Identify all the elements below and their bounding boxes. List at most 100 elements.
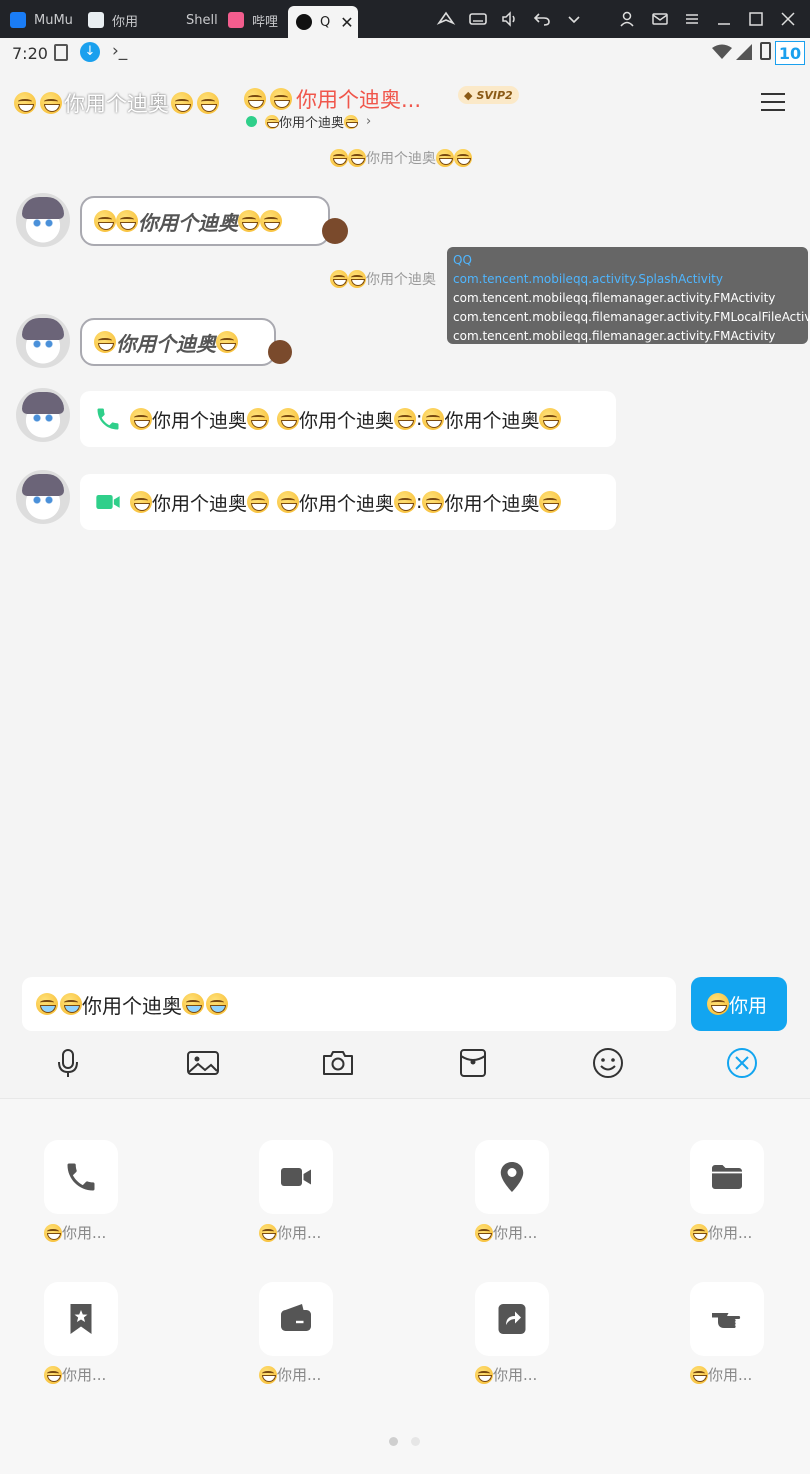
user-icon[interactable] [618, 9, 638, 29]
message-text: 你用个迪奥 [152, 409, 248, 432]
panel-item-file[interactable]: 你用... [690, 1140, 766, 1243]
tab-bilibili[interactable]: 哔哩 [228, 6, 282, 34]
microphone-icon[interactable] [50, 1045, 86, 1081]
message-input[interactable]: 你用个迪奥 [22, 977, 676, 1031]
send-button-label: 你用 [729, 994, 768, 1017]
panel-item-label: 你用... [493, 1224, 538, 1242]
tooltip-line: com.tencent.mobileqq.filemanager.activit… [453, 310, 810, 324]
grin-emoji-icon [130, 408, 152, 430]
grin-emoji-icon [348, 270, 366, 288]
grin-emoji-icon [247, 491, 270, 513]
panel-item-call[interactable]: 你用... [44, 1140, 120, 1243]
decorated-message-bubble[interactable]: 你用个迪奥 [80, 196, 330, 246]
system-message: 你用个迪奥 [330, 269, 436, 289]
grin-emoji-icon [277, 491, 300, 513]
battery-level: 10 [775, 41, 805, 65]
grin-emoji-icon [344, 114, 359, 129]
avatar[interactable] [16, 314, 70, 368]
panel-item-share[interactable]: 你用... [475, 1282, 551, 1385]
tab-app[interactable]: 你用 [88, 6, 148, 34]
image-icon[interactable] [185, 1045, 221, 1081]
online-status[interactable]: 你用个迪奥 › [246, 112, 371, 131]
phone-icon [67, 1163, 95, 1191]
laugh-cry-emoji-icon [60, 993, 82, 1015]
tab-label: 哔哩 [252, 14, 279, 30]
panel-item-video[interactable]: 你用... [259, 1140, 335, 1243]
contact-name-white[interactable]: 你用个迪奥 [14, 88, 219, 118]
panel-item-label: 你用... [708, 1366, 753, 1384]
grin-emoji-icon [475, 1223, 493, 1242]
send-button[interactable]: 你用 [691, 977, 787, 1031]
tab-label: Shell [186, 12, 218, 28]
tab-mumu[interactable]: MuMu [10, 6, 78, 34]
contact-nickname-red[interactable]: 你用个迪奥... [244, 84, 421, 114]
contact-name-text: 你用个迪奥 [64, 92, 169, 116]
tab-shell[interactable]: Shell [162, 6, 222, 34]
menu-icon[interactable] [682, 9, 702, 29]
favorite-icon [70, 1304, 92, 1334]
message-text: 你用个迪奥 [116, 331, 216, 356]
panel-item-label: 你用... [277, 1224, 322, 1242]
emoji-picker-icon[interactable] [590, 1045, 626, 1081]
panel-item-label: 你用... [62, 1366, 107, 1384]
page-indicator[interactable] [411, 1437, 420, 1446]
svip-crown-icon: ◆ [464, 88, 473, 102]
panel-item-wallet[interactable]: 你用... [259, 1282, 335, 1385]
minimize-icon[interactable] [714, 9, 734, 29]
voice-call-message[interactable]: 你用个迪奥 你用个迪奥: 你用个迪奥 [80, 391, 616, 447]
message-text: 你用个迪奥 [299, 409, 395, 432]
panel-item-favorite[interactable]: 你用... [44, 1282, 120, 1385]
grin-emoji-icon [238, 210, 260, 232]
keymap-icon[interactable] [436, 9, 456, 29]
avatar[interactable] [16, 388, 70, 442]
camera-icon[interactable] [320, 1045, 356, 1081]
chevron-down-icon[interactable] [564, 9, 584, 29]
svip-badge[interactable]: ◆ SVIP2 [458, 86, 519, 104]
grin-emoji-icon [40, 92, 62, 114]
tooltip-line: com.tencent.mobileqq.activity.SplashActi… [453, 272, 723, 286]
grin-emoji-icon [44, 1365, 62, 1384]
status-bar: 7:20 ↓ ›_ 10 [0, 38, 810, 70]
mumu-icon [10, 12, 26, 28]
close-panel-icon[interactable] [724, 1045, 760, 1081]
avatar[interactable] [16, 193, 70, 247]
grin-emoji-icon [265, 114, 279, 129]
mail-icon[interactable] [650, 9, 670, 29]
bubble-character-icon [268, 340, 292, 364]
close-tab-icon[interactable]: ✕ [340, 13, 353, 32]
keyboard-icon[interactable] [468, 9, 488, 29]
laugh-cry-emoji-icon [182, 993, 204, 1015]
poke-icon [712, 1313, 741, 1328]
status-time: 7:20 [12, 44, 48, 63]
decorated-message-bubble[interactable]: 你用个迪奥 [80, 318, 276, 366]
close-window-icon[interactable] [778, 9, 798, 29]
grin-emoji-icon [171, 92, 193, 114]
page-indicator-active[interactable] [389, 1437, 398, 1446]
grin-emoji-icon [422, 408, 445, 430]
panel-item-label: 你用... [62, 1224, 107, 1242]
grin-emoji-icon [348, 149, 366, 167]
grin-emoji-icon [277, 408, 300, 430]
maximize-icon[interactable] [746, 9, 766, 29]
grin-emoji-icon [422, 491, 445, 513]
grin-emoji-icon [454, 149, 472, 167]
message-text: 你用个迪奥 [299, 492, 395, 515]
avatar[interactable] [16, 470, 70, 524]
more-menu-icon[interactable] [760, 92, 786, 112]
tab-qq[interactable]: Q ✕ [288, 6, 358, 38]
panel-item-location[interactable]: 你用... [475, 1140, 551, 1243]
grin-emoji-icon [330, 270, 348, 288]
panel-item-poke[interactable]: 你用... [690, 1282, 766, 1385]
app-icon [88, 12, 104, 28]
back-icon[interactable] [532, 9, 552, 29]
red-packet-icon[interactable] [455, 1045, 491, 1081]
grin-emoji-icon [197, 92, 219, 114]
phone-icon [94, 405, 122, 433]
video-icon [94, 488, 122, 516]
system-message-text: 你用个迪奥 [366, 272, 436, 288]
video-call-message[interactable]: 你用个迪奥 你用个迪奥: 你用个迪奥 [80, 474, 616, 530]
laugh-cry-emoji-icon [206, 993, 228, 1015]
grin-emoji-icon [130, 491, 152, 513]
grin-emoji-icon [539, 408, 562, 430]
volume-icon[interactable] [500, 9, 520, 29]
